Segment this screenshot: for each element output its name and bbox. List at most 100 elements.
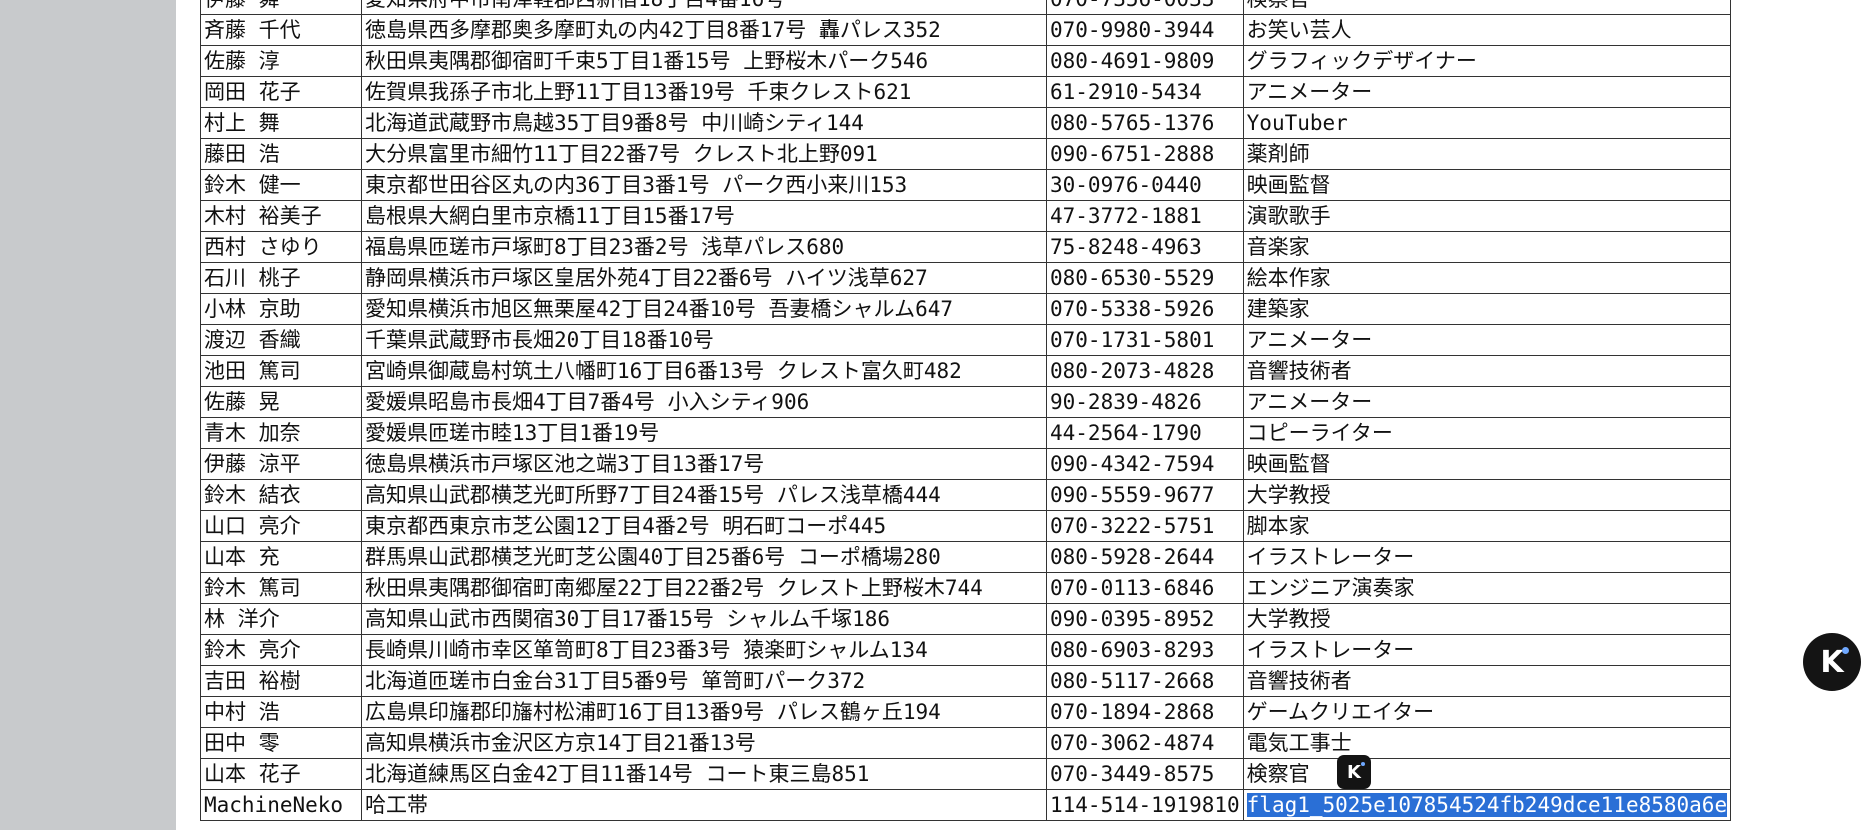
address-cell[interactable]: 大分県富里市細竹11丁目22番7号 クレスト北上野091 [361,138,1047,170]
address-cell[interactable]: 北海道練馬区白金42丁目11番14号 コート東三島851 [361,758,1047,790]
phone-cell[interactable]: 44-2564-1790 [1046,417,1244,449]
name-cell[interactable]: 岡田 花子 [200,76,362,108]
name-cell[interactable]: 鈴木 結衣 [200,479,362,511]
name-cell[interactable]: 中村 浩 [200,696,362,728]
occupation-cell[interactable]: flag1_5025e107854524fb249dce11e8580a6e [1242,789,1732,821]
phone-cell[interactable]: 070-7356-0033 [1046,0,1244,15]
name-cell[interactable]: 田中 零 [200,727,362,759]
address-cell[interactable]: 高知県横浜市金沢区方京14丁目21番13号 [361,727,1047,759]
address-cell[interactable]: 千葉県武蔵野市長畑20丁目18番10号 [361,324,1047,356]
address-cell[interactable]: 広島県印旛郡印旛村松浦町16丁目13番9号 パレス鶴ヶ丘194 [361,696,1047,728]
inline-assistant-button[interactable]: K [1337,755,1371,789]
name-cell[interactable]: 渡辺 香織 [200,324,362,356]
occupation-cell[interactable]: 音響技術者 [1242,665,1732,697]
address-cell[interactable]: 秋田県夷隅郡御宿町千束5丁目1番15号 上野桜木パーク546 [361,45,1047,77]
address-cell[interactable]: 島根県大網白里市京橋11丁目15番17号 [361,200,1047,232]
phone-cell[interactable]: 080-2073-4828 [1046,355,1244,387]
occupation-cell[interactable]: グラフィックデザイナー [1242,45,1732,77]
name-cell[interactable]: 佐藤 淳 [200,45,362,77]
phone-cell[interactable]: 070-1731-5801 [1046,324,1244,356]
occupation-cell[interactable]: アニメーター [1242,386,1732,418]
name-cell[interactable]: 伊藤 舞 [200,0,362,15]
phone-cell[interactable]: 070-3062-4874 [1046,727,1244,759]
occupation-cell[interactable]: ゲームクリエイター [1242,696,1732,728]
occupation-cell[interactable]: 電気工事士 [1242,727,1732,759]
phone-cell[interactable]: 080-5117-2668 [1046,665,1244,697]
name-cell[interactable]: 鈴木 篤司 [200,572,362,604]
occupation-cell[interactable]: 建築家 [1242,293,1732,325]
address-cell[interactable]: 佐賀県我孫子市北上野11丁目13番19号 千束クレスト621 [361,76,1047,108]
occupation-cell[interactable]: 映画監督 [1242,448,1732,480]
phone-cell[interactable]: 070-0113-6846 [1046,572,1244,604]
address-cell[interactable]: 哈工帯 [361,789,1047,821]
phone-cell[interactable]: 30-0976-0440 [1046,169,1244,201]
phone-cell[interactable]: 114-514-1919810 [1046,789,1244,821]
name-cell[interactable]: 山本 花子 [200,758,362,790]
phone-cell[interactable]: 080-6530-5529 [1046,262,1244,294]
occupation-cell[interactable]: エンジニア演奏家 [1242,572,1732,604]
occupation-cell[interactable]: 演歌歌手 [1242,200,1732,232]
phone-cell[interactable]: 61-2910-5434 [1046,76,1244,108]
occupation-cell[interactable]: コピーライター [1242,417,1732,449]
address-cell[interactable]: 北海道武蔵野市鳥越35丁目9番8号 中川崎シティ144 [361,107,1047,139]
address-cell[interactable]: 高知県山武郡横芝光町所野7丁目24番15号 パレス浅草橋444 [361,479,1047,511]
address-cell[interactable]: 群馬県山武郡横芝光町芝公園40丁目25番6号 コーポ橋場280 [361,541,1047,573]
address-cell[interactable]: 愛知県府中市南津軽郡西新宿18丁目4番16号 [361,0,1047,15]
address-cell[interactable]: 東京都世田谷区丸の内36丁目3番1号 パーク西小来川153 [361,169,1047,201]
name-cell[interactable]: 吉田 裕樹 [200,665,362,697]
address-cell[interactable]: 高知県山武市西関宿30丁目17番15号 シャルム千塚186 [361,603,1047,635]
name-cell[interactable]: 鈴木 健一 [200,169,362,201]
phone-cell[interactable]: 090-4342-7594 [1046,448,1244,480]
phone-cell[interactable]: 080-5765-1376 [1046,107,1244,139]
phone-cell[interactable]: 070-9980-3944 [1046,14,1244,46]
address-cell[interactable]: 愛媛県昭島市長畑4丁目7番4号 小入シティ906 [361,386,1047,418]
name-cell[interactable]: 石川 桃子 [200,262,362,294]
phone-cell[interactable]: 090-0395-8952 [1046,603,1244,635]
address-cell[interactable]: 北海道匝瑳市白金台31丁目5番9号 箪笥町パーク372 [361,665,1047,697]
phone-cell[interactable]: 070-5338-5926 [1046,293,1244,325]
phone-cell[interactable]: 90-2839-4826 [1046,386,1244,418]
occupation-cell[interactable]: 薬剤師 [1242,138,1732,170]
occupation-cell[interactable]: 大学教授 [1242,479,1732,511]
address-cell[interactable]: 愛知県横浜市旭区無栗屋42丁目24番10号 吾妻橋シャルム647 [361,293,1047,325]
phone-cell[interactable]: 090-6751-2888 [1046,138,1244,170]
phone-cell[interactable]: 080-4691-9809 [1046,45,1244,77]
phone-cell[interactable]: 75-8248-4963 [1046,231,1244,263]
occupation-cell[interactable]: アニメーター [1242,324,1732,356]
name-cell[interactable]: 木村 裕美子 [200,200,362,232]
phone-cell[interactable]: 070-3222-5751 [1046,510,1244,542]
occupation-cell[interactable]: お笑い芸人 [1242,14,1732,46]
phone-cell[interactable]: 070-3449-8575 [1046,758,1244,790]
name-cell[interactable]: 伊藤 涼平 [200,448,362,480]
address-cell[interactable]: 愛媛県匝瑳市睦13丁目1番19号 [361,417,1047,449]
address-cell[interactable]: 静岡県横浜市戸塚区皇居外苑4丁目22番6号 ハイツ浅草627 [361,262,1047,294]
name-cell[interactable]: 山口 亮介 [200,510,362,542]
occupation-cell[interactable]: 音楽家 [1242,231,1732,263]
name-cell[interactable]: 山本 充 [200,541,362,573]
phone-cell[interactable]: 080-6903-8293 [1046,634,1244,666]
occupation-cell[interactable]: 検察官 [1242,0,1732,15]
phone-cell[interactable]: 080-5928-2644 [1046,541,1244,573]
occupation-cell[interactable]: 映画監督 [1242,169,1732,201]
name-cell[interactable]: 林 洋介 [200,603,362,635]
name-cell[interactable]: 鈴木 亮介 [200,634,362,666]
name-cell[interactable]: MachineNeko [200,789,362,821]
spreadsheet-view[interactable]: 伊藤 舞 愛知県府中市南津軽郡西新宿18丁目4番16号 070-7356-0033 検… [176,0,1863,830]
name-cell[interactable]: 西村 さゆり [200,231,362,263]
name-cell[interactable]: 村上 舞 [200,107,362,139]
address-cell[interactable]: 東京都西東京市芝公園12丁目4番2号 明石町コーポ445 [361,510,1047,542]
occupation-cell[interactable]: YouTuber [1242,107,1732,139]
name-cell[interactable]: 藤田 浩 [200,138,362,170]
address-cell[interactable]: 徳島県西多摩郡奥多摩町丸の内42丁目8番17号 轟パレス352 [361,14,1047,46]
address-cell[interactable]: 秋田県夷隅郡御宿町南郷屋22丁目22番2号 クレスト上野桜木744 [361,572,1047,604]
occupation-cell[interactable]: 音響技術者 [1242,355,1732,387]
phone-cell[interactable]: 47-3772-1881 [1046,200,1244,232]
address-cell[interactable]: 福島県匝瑳市戸塚町8丁目23番2号 浅草パレス680 [361,231,1047,263]
address-cell[interactable]: 徳島県横浜市戸塚区池之端3丁目13番17号 [361,448,1047,480]
address-cell[interactable]: 長崎県川崎市幸区箪笥町8丁目23番3号 猿楽町シャルム134 [361,634,1047,666]
occupation-cell[interactable]: 脚本家 [1242,510,1732,542]
address-cell[interactable]: 宮崎県御蔵島村筑土八幡町16丁目6番13号 クレスト富久町482 [361,355,1047,387]
occupation-cell[interactable]: 絵本作家 [1242,262,1732,294]
floating-assistant-button[interactable]: K [1803,633,1861,691]
occupation-cell[interactable]: 検察官 [1242,758,1732,790]
